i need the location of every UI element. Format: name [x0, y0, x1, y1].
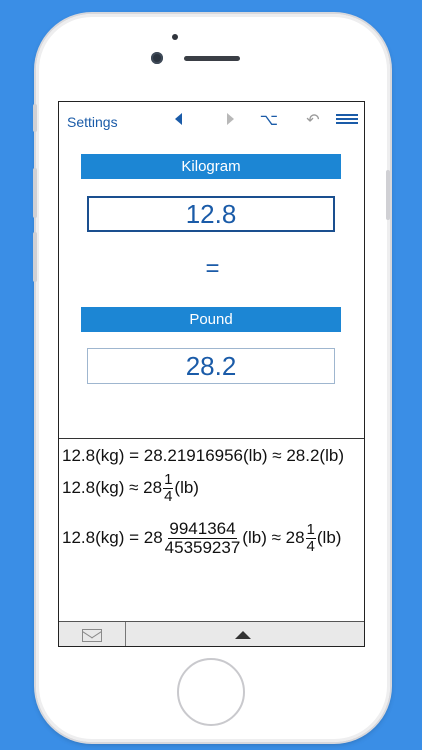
- undo-icon[interactable]: ↶: [303, 109, 323, 129]
- divider: [59, 438, 364, 439]
- expand-up-icon[interactable]: [235, 631, 251, 639]
- volume-down-button: [33, 232, 37, 282]
- exact-fraction-numerator: 9941364: [168, 519, 237, 539]
- result-exact-middle: (lb) ≈ 28: [242, 528, 305, 548]
- to-value-field[interactable]: 28.2: [87, 348, 335, 384]
- mail-icon: [82, 628, 102, 642]
- result-mixed-fraction: 12.8(kg) ≈ 28 1 4 (lb): [62, 472, 199, 505]
- fraction: 1 4: [163, 471, 174, 505]
- to-unit-button[interactable]: Pound: [81, 307, 341, 332]
- back-triangle-icon[interactable]: [171, 110, 185, 128]
- earpiece-speaker: [184, 56, 240, 61]
- approx-fraction-denominator: 4: [306, 537, 315, 555]
- settings-button[interactable]: Settings: [67, 114, 118, 130]
- result-mixed-prefix: 12.8(kg) ≈ 28: [62, 478, 163, 498]
- result-exact-prefix: 12.8(kg) = 28: [62, 528, 163, 548]
- fraction-numerator: 1: [163, 471, 174, 489]
- app-screen: Settings ⌥ ↶ Kilogram 12.8 = Pound 28.2 …: [58, 101, 365, 647]
- undo-glyph: ↶: [306, 109, 320, 129]
- approx-fraction-numerator: 1: [305, 521, 316, 539]
- option-key-glyph: ⌥: [259, 109, 279, 129]
- toolbar: Settings ⌥ ↶: [59, 102, 364, 138]
- from-value-field[interactable]: 12.8: [87, 196, 335, 232]
- silent-switch: [33, 104, 37, 132]
- forward-triangle-icon[interactable]: [223, 110, 237, 128]
- result-decimal-text: 12.8(kg) = 28.21916956(lb) ≈ 28.2(lb): [62, 446, 344, 465]
- result-exact-suffix: (lb): [316, 528, 342, 548]
- home-button[interactable]: [177, 658, 245, 726]
- volume-up-button: [33, 168, 37, 218]
- mail-button[interactable]: [59, 622, 126, 646]
- exact-fraction: 9941364 45359237: [164, 520, 242, 557]
- equals-sign: =: [205, 255, 220, 282]
- front-camera: [151, 52, 163, 64]
- result-exact-fraction: 12.8(kg) = 28 9941364 45359237 (lb) ≈ 28…: [62, 520, 341, 557]
- exact-fraction-denominator: 45359237: [164, 537, 241, 557]
- power-button: [386, 170, 390, 220]
- menu-icon[interactable]: [335, 110, 359, 128]
- result-mixed-suffix: (lb): [174, 478, 199, 498]
- fraction-denominator: 4: [164, 487, 173, 505]
- result-decimal: 12.8(kg) = 28.21916956(lb) ≈ 28.2(lb): [62, 446, 344, 466]
- option-key-icon[interactable]: ⌥: [259, 109, 279, 129]
- from-unit-button[interactable]: Kilogram: [81, 154, 341, 179]
- proximity-sensor: [172, 34, 178, 40]
- bottom-bar: [59, 621, 364, 646]
- approx-fraction: 1 4: [305, 521, 316, 555]
